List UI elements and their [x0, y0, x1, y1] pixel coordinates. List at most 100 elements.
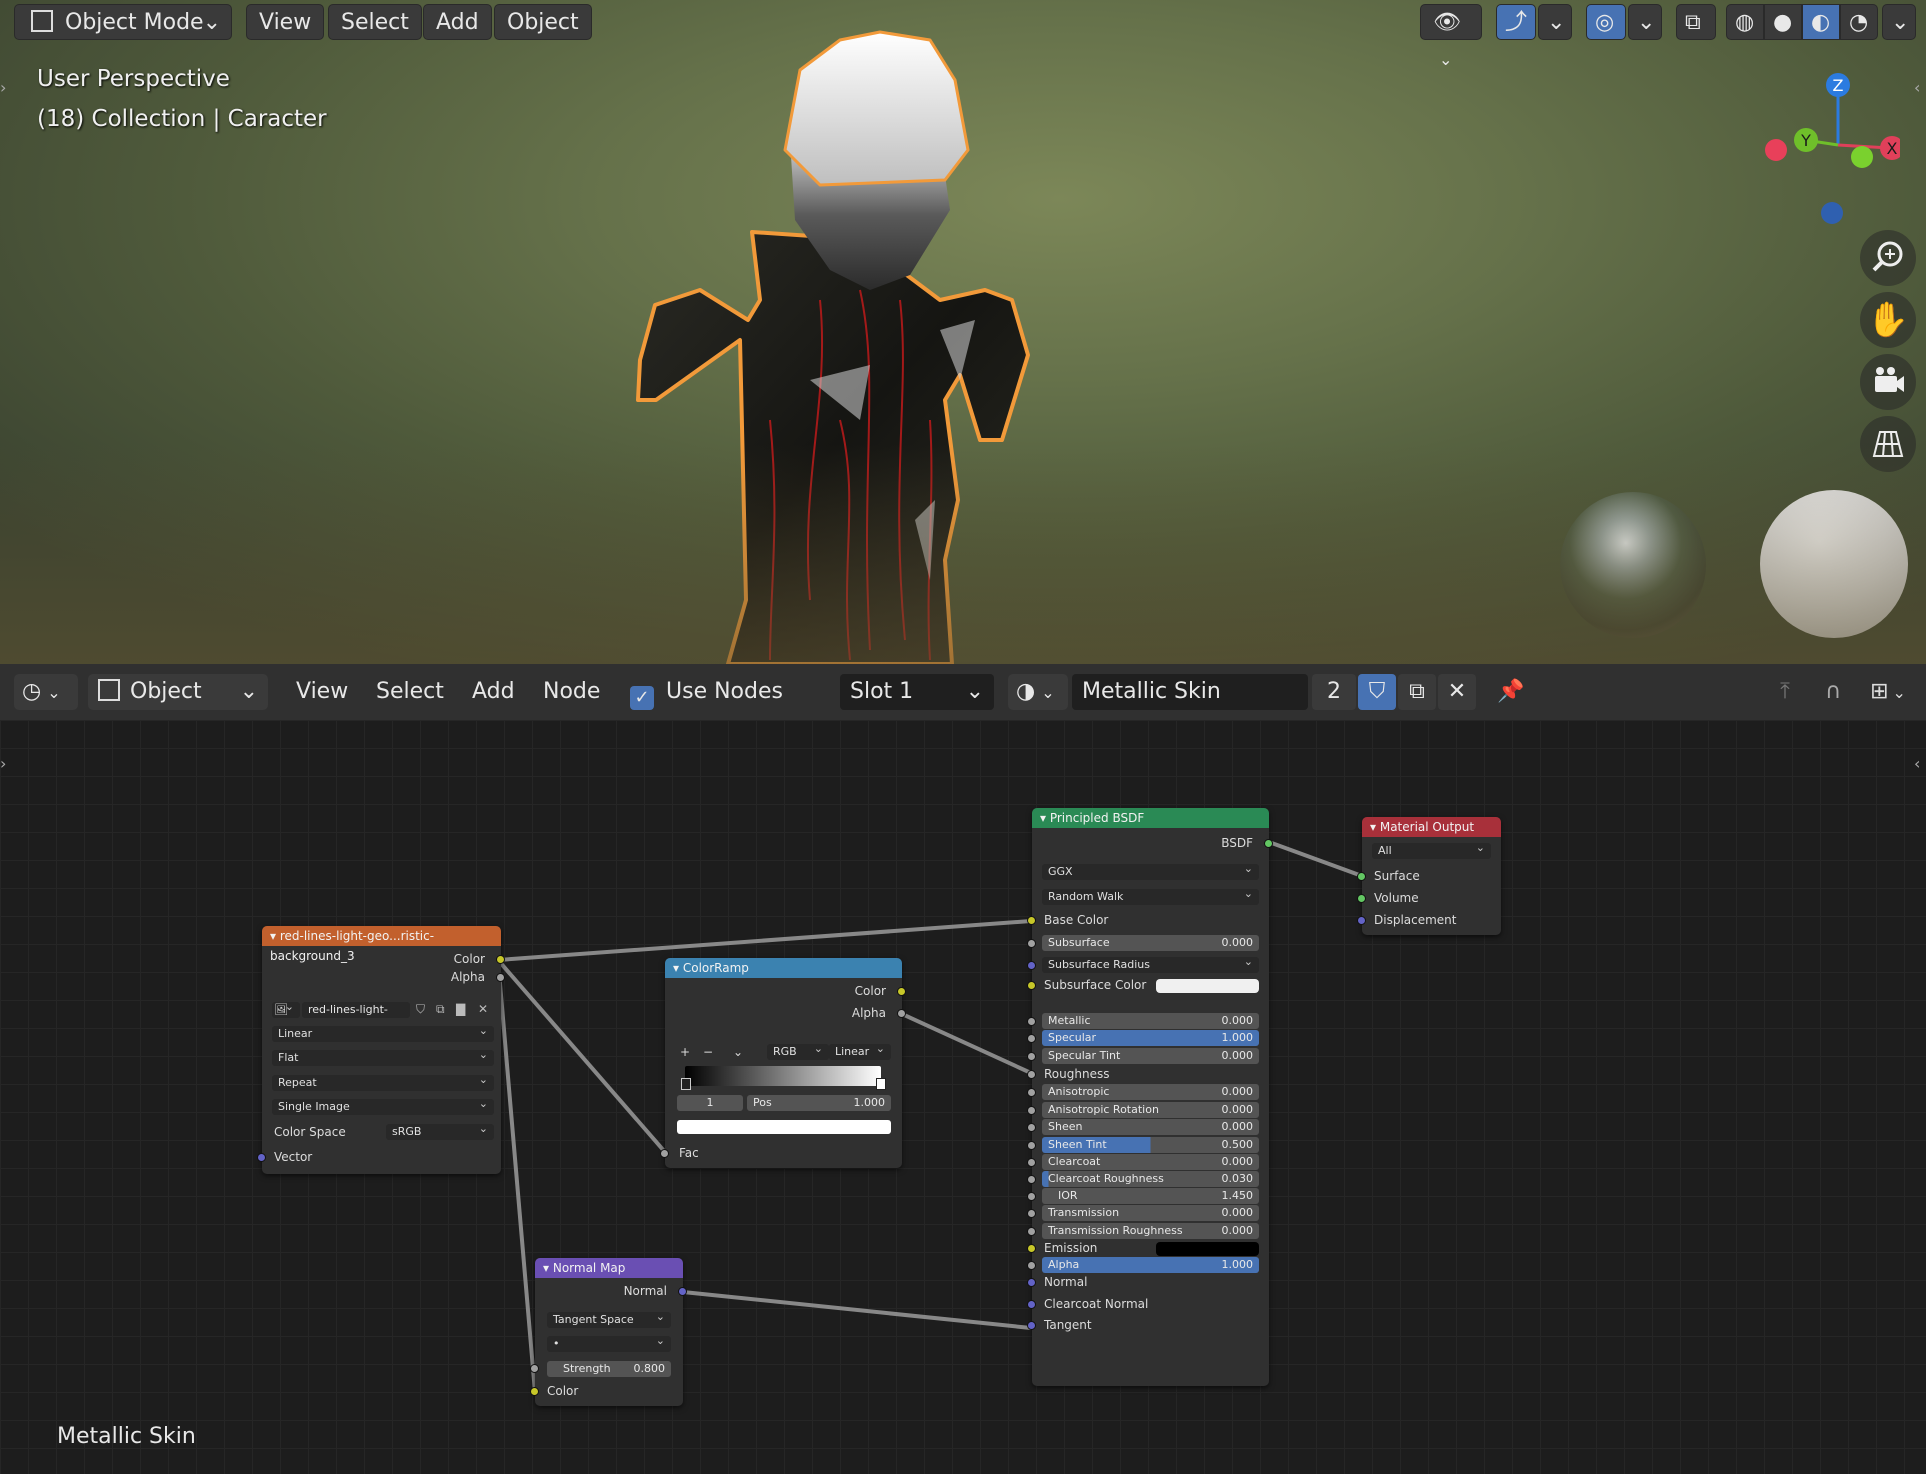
input-strength-socket[interactable]	[530, 1364, 539, 1373]
editor-type-dropdown[interactable]: ◷ ⌄	[14, 674, 78, 710]
source-dropdown[interactable]: Single Image	[272, 1096, 494, 1115]
principled-bsdf-node[interactable]: ▾ Principled BSDF BSDF GGX Random Walk B…	[1027, 808, 1273, 1386]
transmission-field[interactable]: Transmission 0.000	[1042, 1205, 1259, 1221]
target-dropdown[interactable]: All	[1372, 840, 1491, 859]
normal-map-header[interactable]: ▾ Normal Map	[535, 1258, 683, 1278]
node-sidebar-expand-icon[interactable]: ‹	[1914, 754, 1920, 773]
browse-material-button[interactable]: ◑ ⌄	[1008, 674, 1068, 710]
menu-add[interactable]: Add	[423, 4, 492, 40]
close-icon[interactable]: ✕	[478, 1002, 488, 1016]
zoom-button[interactable]	[1860, 230, 1916, 286]
alpha-field[interactable]: Alpha 1.000	[1042, 1257, 1259, 1273]
pan-button[interactable]: ✋	[1860, 292, 1916, 348]
collapse-arrow-icon[interactable]: ▾	[1370, 820, 1380, 834]
sheen-tint-socket[interactable]	[1027, 1141, 1036, 1150]
transmission-socket[interactable]	[1027, 1209, 1036, 1218]
sheen-tint-field[interactable]: Sheen Tint 0.500	[1042, 1137, 1259, 1153]
remove-stop-button[interactable]: −	[703, 1043, 713, 1061]
input-base-color-socket[interactable]	[1027, 916, 1036, 925]
clearcoat-socket[interactable]	[1027, 1158, 1036, 1167]
use-nodes-toggle[interactable]: ✓ Use Nodes	[630, 674, 783, 710]
add-stop-button[interactable]: +	[680, 1043, 690, 1061]
collapse-arrow-icon[interactable]: ▾	[673, 961, 683, 975]
input-fac-socket[interactable]	[660, 1149, 669, 1158]
anisotropic-rotation-socket[interactable]	[1027, 1106, 1036, 1115]
user-count-button[interactable]: 2	[1312, 674, 1356, 710]
output-color-socket[interactable]	[897, 987, 906, 996]
input-color-socket[interactable]	[530, 1387, 539, 1396]
strength-field[interactable]: Strength 0.800	[547, 1361, 671, 1377]
output-bsdf-socket[interactable]	[1264, 839, 1273, 848]
collapse-arrow-icon[interactable]: ▾	[1040, 811, 1050, 825]
navigation-gizmo[interactable]: Z Y X	[1750, 60, 1900, 230]
gizmo-neg-y[interactable]	[1851, 146, 1873, 168]
overlay-dropdown[interactable]: ⌄	[1628, 4, 1662, 40]
input-subsurface-socket[interactable]	[1027, 939, 1036, 948]
input-tangent-socket[interactable]	[1027, 1321, 1036, 1330]
emission-color-swatch[interactable]	[1156, 1242, 1259, 1256]
slot-dropdown[interactable]: Slot 1 ⌄	[840, 674, 994, 710]
snap-element-dropdown[interactable]: ⊞ ⌄	[1858, 674, 1918, 710]
interpolation-dropdown[interactable]: Linear	[272, 1023, 494, 1042]
parent-node-tree-button[interactable]: ⤒	[1766, 674, 1804, 710]
stop-position-field[interactable]: Pos 1.000	[747, 1095, 891, 1111]
shader-type-dropdown[interactable]: Object ⌄	[88, 674, 268, 710]
metallic-field[interactable]: Metallic 0.000	[1042, 1013, 1259, 1029]
input-roughness-socket[interactable]	[1027, 1070, 1036, 1079]
clearcoat-roughness-field[interactable]: Clearcoat Roughness 0.030	[1042, 1171, 1259, 1187]
input-surface-socket[interactable]	[1357, 872, 1366, 881]
gizmo-toggle[interactable]: ⤴	[1496, 4, 1536, 40]
pin-button[interactable]: 📌	[1492, 674, 1530, 710]
stop-color-swatch[interactable]	[677, 1120, 891, 1134]
subsurface-radius-dropdown[interactable]: Subsurface Radius	[1042, 954, 1259, 973]
color-ramp-node[interactable]: ▾ ColorRamp Color Alpha + − ⌄ RGB Linear…	[660, 958, 906, 1168]
gizmo-neg-x[interactable]	[1765, 139, 1787, 161]
subsurface-method-dropdown[interactable]: Random Walk	[1042, 886, 1259, 905]
transmission-roughness-field[interactable]: Transmission Roughness 0.000	[1042, 1223, 1259, 1239]
mode-dropdown[interactable]: Object Mode ⌄	[14, 4, 232, 40]
ortho-toggle-button[interactable]	[1860, 416, 1916, 472]
overlay-toggle[interactable]: ◎	[1586, 4, 1626, 40]
output-normal-socket[interactable]	[678, 1287, 687, 1296]
image-texture-node[interactable]: ▾ red-lines-light-geo...ristic-backgroun…	[257, 926, 505, 1174]
input-clearcoat-normal-socket[interactable]	[1027, 1300, 1036, 1309]
snap-toggle[interactable]: ∩	[1814, 674, 1852, 710]
menu-view[interactable]: View	[246, 4, 325, 40]
shading-dropdown[interactable]: ⌄	[1882, 4, 1916, 40]
node-menu-view[interactable]: View	[296, 674, 348, 710]
clearcoat-roughness-socket[interactable]	[1027, 1175, 1036, 1184]
subsurface-color-swatch[interactable]	[1156, 979, 1259, 993]
ramp-interpolation-dropdown[interactable]: Linear	[829, 1041, 891, 1060]
sidebar-expand-icon[interactable]: ‹	[1914, 78, 1920, 97]
clearcoat-field[interactable]: Clearcoat 0.000	[1042, 1154, 1259, 1170]
anisotropic-rotation-field[interactable]: Anisotropic Rotation 0.000	[1042, 1102, 1259, 1118]
shading-wireframe[interactable]: ◍	[1726, 4, 1764, 40]
shading-solid[interactable]: ●	[1764, 4, 1802, 40]
camera-button[interactable]	[1860, 354, 1916, 410]
shading-material[interactable]: ◐	[1802, 4, 1840, 40]
color-space-dropdown[interactable]: sRGB	[386, 1121, 494, 1140]
alpha-socket[interactable]	[1027, 1261, 1036, 1270]
specular-tint-field[interactable]: Specular Tint 0.000	[1042, 1048, 1259, 1064]
node-menu-add[interactable]: Add	[472, 674, 515, 710]
ramp-options-icon[interactable]: ⌄	[733, 1043, 743, 1061]
material-output-node[interactable]: ▾ Material Output All Surface Volume Dis…	[1357, 817, 1501, 935]
output-alpha-socket[interactable]	[496, 973, 505, 982]
duplicate-material-button[interactable]: ⧉	[1398, 674, 1436, 710]
visibility-dropdown[interactable]: 👁⌄	[1420, 4, 1482, 69]
input-vector-socket[interactable]	[257, 1153, 266, 1162]
3d-viewport[interactable]: Object Mode ⌄ View Select Add Object 👁⌄ ⤴…	[0, 0, 1926, 664]
ramp-stop-black[interactable]	[681, 1078, 691, 1090]
subsurface-field[interactable]: Subsurface 0.000	[1042, 935, 1259, 951]
input-emission-socket[interactable]	[1027, 1244, 1036, 1253]
input-volume-socket[interactable]	[1357, 894, 1366, 903]
collapse-arrow-icon[interactable]: ▾	[270, 929, 280, 943]
menu-select[interactable]: Select	[328, 4, 422, 40]
extension-dropdown[interactable]: Repeat	[272, 1072, 494, 1091]
ior-socket[interactable]	[1027, 1192, 1036, 1201]
input-displacement-socket[interactable]	[1357, 916, 1366, 925]
xray-toggle[interactable]: ⧉	[1676, 4, 1716, 40]
image-texture-header[interactable]: ▾ red-lines-light-geo...ristic-backgroun…	[262, 926, 501, 963]
ramp-stop-white[interactable]	[876, 1078, 886, 1090]
checkbox-checked-icon[interactable]: ✓	[630, 686, 654, 710]
